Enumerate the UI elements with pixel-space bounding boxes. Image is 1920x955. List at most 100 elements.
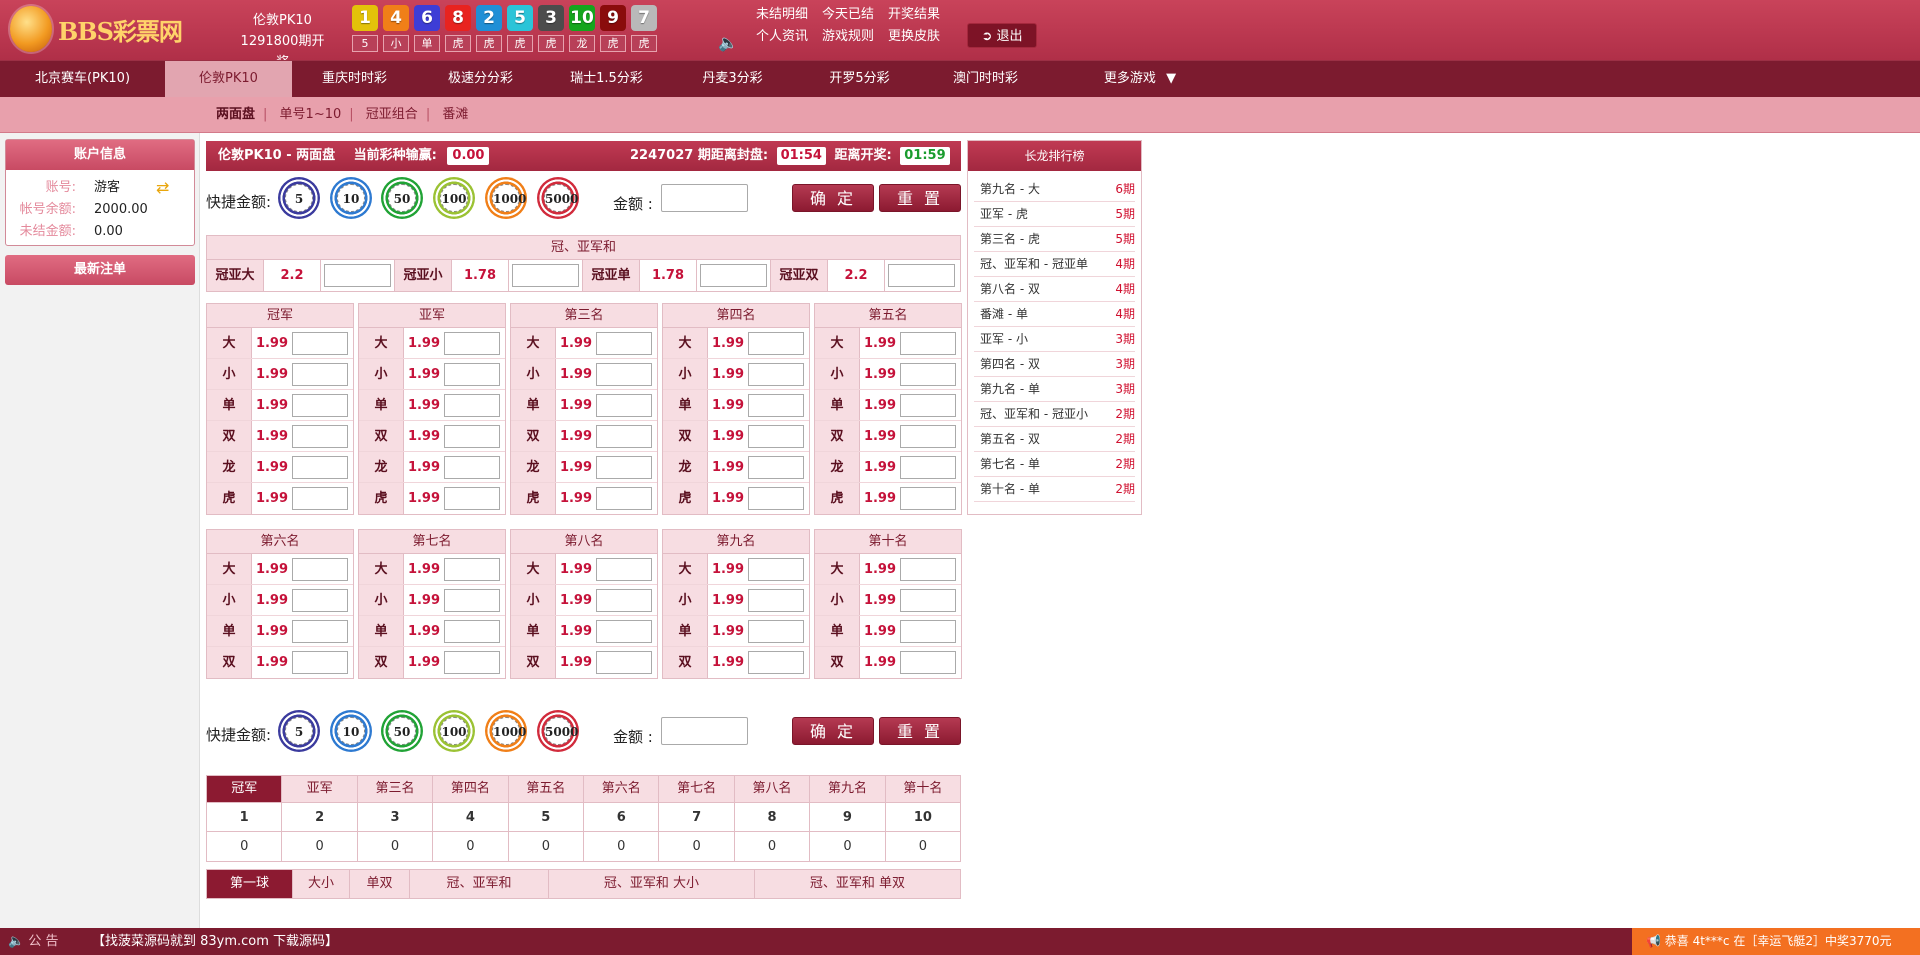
bet-amount-input[interactable] xyxy=(748,363,804,386)
nav-bjpk10[interactable]: 北京赛车(PK10) xyxy=(0,61,165,97)
rank-tab[interactable]: 第六名 xyxy=(584,776,660,802)
bet-amount-input[interactable] xyxy=(292,425,348,448)
amount-input-bottom[interactable] xyxy=(661,717,748,745)
subnav-guanya[interactable]: 冠亚组合 xyxy=(366,107,418,122)
subnav-liangmian[interactable]: 两面盘 xyxy=(216,107,255,122)
nav-cqssc[interactable]: 重庆时时彩 xyxy=(292,61,417,97)
bet-amount-input[interactable] xyxy=(444,456,500,479)
bet-amount-input[interactable] xyxy=(900,456,956,479)
amount-input[interactable] xyxy=(661,184,748,212)
rank-tab[interactable]: 第八名 xyxy=(735,776,811,802)
bet-amount-input[interactable] xyxy=(292,487,348,510)
subnav-fantan[interactable]: 番滩 xyxy=(442,107,468,122)
nav-lundunpk10[interactable]: 伦敦PK10 xyxy=(165,61,292,97)
bet-amount-input[interactable] xyxy=(444,363,500,386)
bet-amount-input[interactable] xyxy=(292,620,348,643)
bet-amount-input[interactable] xyxy=(748,589,804,612)
bet-amount-input[interactable] xyxy=(900,651,956,674)
subnav-danhao[interactable]: 单号1~10 xyxy=(280,107,342,122)
bet-amount-input[interactable] xyxy=(444,394,500,417)
bet-amount-input[interactable] xyxy=(596,558,652,581)
bet-amount-input[interactable] xyxy=(596,363,652,386)
refresh-icon[interactable]: ⇄ xyxy=(156,178,169,197)
latest-bets-button[interactable]: 最新注单 xyxy=(5,255,195,285)
chip-50[interactable]: 50 xyxy=(381,177,423,219)
confirm-button[interactable]: 确 定 xyxy=(792,184,874,212)
bet-amount-input[interactable] xyxy=(748,332,804,355)
rank-tab[interactable]: 第四名 xyxy=(433,776,509,802)
nav-more-games[interactable]: 更多游戏 ▼ xyxy=(1080,61,1200,97)
bet-amount-input[interactable] xyxy=(596,394,652,417)
bet-amount-input[interactable] xyxy=(444,425,500,448)
nav-jsffc[interactable]: 极速分分彩 xyxy=(417,61,544,97)
bet-amount-input[interactable] xyxy=(292,394,348,417)
stat-tab[interactable]: 冠、亚军和 xyxy=(410,870,549,898)
bet-amount-input[interactable] xyxy=(748,456,804,479)
chip-5000[interactable]: 5000 xyxy=(537,177,579,219)
rank-tab[interactable]: 第九名 xyxy=(810,776,886,802)
bet-amount-input[interactable] xyxy=(900,487,956,510)
bet-amount-input[interactable] xyxy=(444,651,500,674)
logout-button[interactable]: ➲ 退出 xyxy=(967,23,1037,48)
bet-amount-input[interactable] xyxy=(596,332,652,355)
bet-amount-input[interactable] xyxy=(900,425,956,448)
logo[interactable]: BBS彩票网 xyxy=(10,6,183,52)
bet-amount-input[interactable] xyxy=(596,425,652,448)
bet-amount-input[interactable] xyxy=(292,456,348,479)
chip-10[interactable]: 10 xyxy=(330,177,372,219)
chip-10-bottom[interactable]: 10 xyxy=(330,710,372,752)
guanya-amount-input[interactable] xyxy=(324,264,391,287)
chip-50-bottom[interactable]: 50 xyxy=(381,710,423,752)
chip-5000-bottom[interactable]: 5000 xyxy=(537,710,579,752)
confirm-button-bottom[interactable]: 确 定 xyxy=(792,717,874,745)
bet-amount-input[interactable] xyxy=(900,394,956,417)
bet-amount-input[interactable] xyxy=(748,425,804,448)
chip-100[interactable]: 100 xyxy=(433,177,475,219)
guanya-amount-input[interactable] xyxy=(700,264,767,287)
rank-tab[interactable]: 亚军 xyxy=(282,776,358,802)
link-profile[interactable]: 个人资讯 xyxy=(756,28,822,45)
bet-amount-input[interactable] xyxy=(444,589,500,612)
bet-amount-input[interactable] xyxy=(900,620,956,643)
bet-amount-input[interactable] xyxy=(444,620,500,643)
bet-amount-input[interactable] xyxy=(444,487,500,510)
bet-amount-input[interactable] xyxy=(900,363,956,386)
chip-1000[interactable]: 1000 xyxy=(485,177,527,219)
bet-amount-input[interactable] xyxy=(748,620,804,643)
bet-amount-input[interactable] xyxy=(292,651,348,674)
bet-amount-input[interactable] xyxy=(900,332,956,355)
bet-amount-input[interactable] xyxy=(292,363,348,386)
chip-1000-bottom[interactable]: 1000 xyxy=(485,710,527,752)
chip-5-bottom[interactable]: 5 xyxy=(278,710,320,752)
bet-amount-input[interactable] xyxy=(292,332,348,355)
guanya-amount-input[interactable] xyxy=(888,264,955,287)
rank-tab[interactable]: 第五名 xyxy=(509,776,585,802)
guanya-amount-input[interactable] xyxy=(512,264,579,287)
rank-tab[interactable]: 第七名 xyxy=(659,776,735,802)
link-unsettled[interactable]: 未结明细 xyxy=(756,6,822,23)
nav-danmai[interactable]: 丹麦3分彩 xyxy=(669,61,796,97)
rank-tab[interactable]: 第三名 xyxy=(358,776,434,802)
announcement-text[interactable]: 【找菠菜源码就到 83ym.com 下载源码】 xyxy=(92,928,338,955)
chip-100-bottom[interactable]: 100 xyxy=(433,710,475,752)
bet-amount-input[interactable] xyxy=(444,332,500,355)
nav-ruishi[interactable]: 瑞士1.5分彩 xyxy=(544,61,669,97)
bet-amount-input[interactable] xyxy=(900,589,956,612)
bet-amount-input[interactable] xyxy=(292,558,348,581)
bet-amount-input[interactable] xyxy=(596,589,652,612)
bet-amount-input[interactable] xyxy=(900,558,956,581)
reset-button[interactable]: 重 置 xyxy=(879,184,961,212)
chip-5[interactable]: 5 xyxy=(278,177,320,219)
bet-amount-input[interactable] xyxy=(596,651,652,674)
bet-amount-input[interactable] xyxy=(748,651,804,674)
link-skin[interactable]: 更换皮肤 xyxy=(888,28,954,45)
rank-tab[interactable]: 冠军 xyxy=(207,776,283,802)
bet-amount-input[interactable] xyxy=(596,456,652,479)
bet-amount-input[interactable] xyxy=(596,620,652,643)
link-settled-today[interactable]: 今天已结 xyxy=(822,6,888,23)
stat-tab[interactable]: 第一球 xyxy=(207,870,293,898)
reset-button-bottom[interactable]: 重 置 xyxy=(879,717,961,745)
stat-tab[interactable]: 大小 xyxy=(293,870,350,898)
link-rules[interactable]: 游戏规则 xyxy=(822,28,888,45)
stat-tab[interactable]: 冠、亚军和 单双 xyxy=(755,870,960,898)
